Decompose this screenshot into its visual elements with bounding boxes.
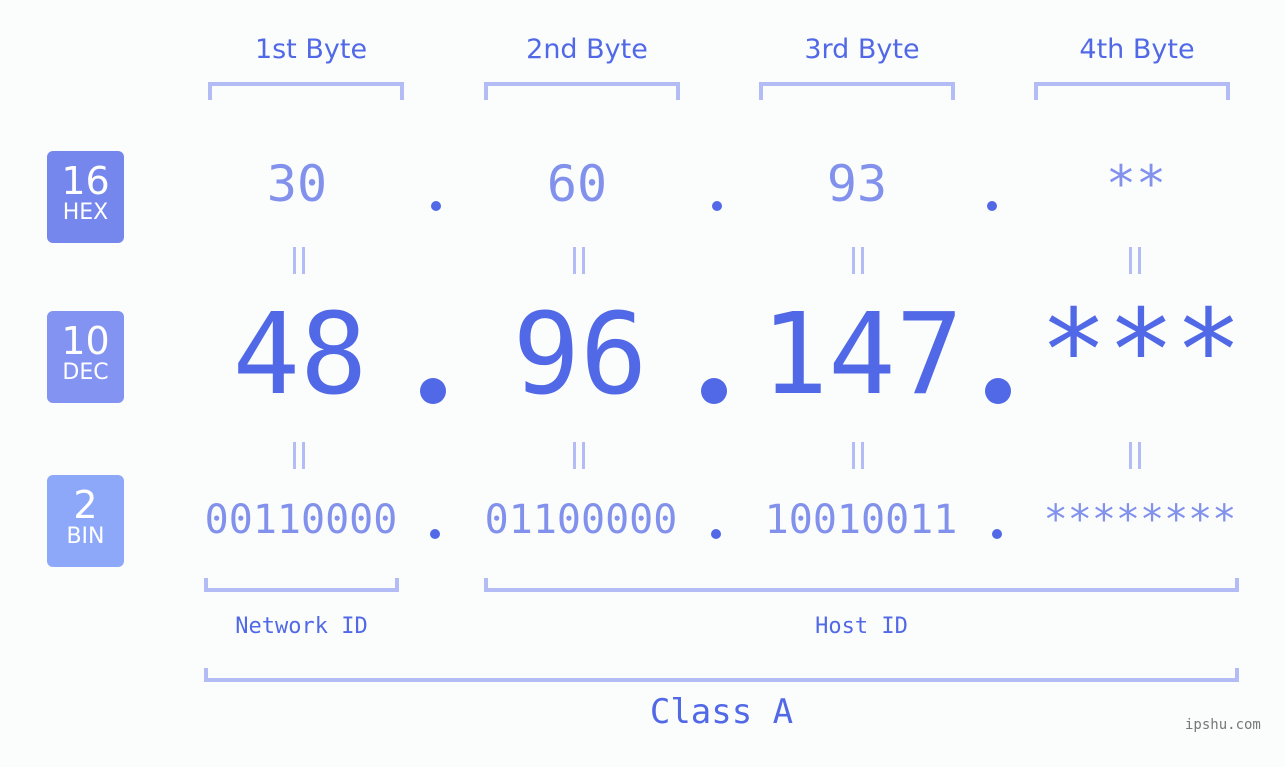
equals-icon	[850, 247, 866, 274]
byte-label-4: 4th Byte	[1079, 34, 1195, 65]
equals-icon	[1127, 247, 1143, 274]
bin-badge: 2 BIN	[47, 475, 124, 567]
bin-base-label: BIN	[66, 524, 105, 549]
dec-dot-separator	[420, 378, 446, 404]
dec-value-1: 48	[232, 290, 368, 420]
dec-value-4: ***	[1039, 286, 1243, 416]
hex-value-4: **	[1105, 155, 1167, 213]
hex-value-1: 30	[266, 155, 328, 213]
dec-badge: 10 DEC	[47, 311, 124, 403]
dec-dot-separator	[985, 378, 1011, 404]
hex-dot-separator	[987, 201, 997, 211]
network-id-label: Network ID	[235, 614, 368, 639]
dec-value-2: 96	[512, 290, 648, 420]
equals-icon	[291, 247, 307, 274]
bin-value-4: ********	[1043, 497, 1237, 543]
dec-dot-separator	[701, 378, 727, 404]
bin-value-3: 10010011	[764, 497, 958, 543]
host-id-label: Host ID	[815, 614, 908, 639]
hex-base-label: HEX	[62, 200, 109, 225]
dec-value-3: 147	[760, 290, 964, 420]
equals-icon	[571, 442, 587, 469]
hex-dot-separator	[712, 201, 722, 211]
equals-icon	[850, 442, 866, 469]
bin-value-2: 01100000	[484, 497, 678, 543]
byte-label-2: 2nd Byte	[526, 34, 648, 65]
byte-bracket-3	[759, 82, 955, 100]
byte-label-1: 1st Byte	[254, 34, 368, 65]
byte-bracket-1	[208, 82, 404, 100]
hex-dot-separator	[431, 201, 441, 211]
equals-icon	[571, 247, 587, 274]
bin-value-1: 00110000	[204, 497, 398, 543]
byte-bracket-2	[484, 82, 680, 100]
equals-icon	[1127, 442, 1143, 469]
class-label: Class A	[649, 692, 794, 732]
byte-label-3: 3rd Byte	[804, 34, 920, 65]
hex-value-3: 93	[826, 155, 888, 213]
byte-bracket-4	[1034, 82, 1230, 100]
bin-dot-separator	[711, 529, 721, 539]
bin-dot-separator	[992, 529, 1002, 539]
dec-base-number: 10	[61, 319, 110, 363]
class-bracket	[204, 668, 1239, 682]
hex-base-number: 16	[61, 159, 110, 203]
host-id-bracket	[484, 578, 1239, 592]
hex-value-2: 60	[546, 155, 608, 213]
dec-base-label: DEC	[62, 360, 109, 385]
watermark: ipshu.com	[1185, 717, 1261, 733]
hex-badge: 16 HEX	[47, 151, 124, 243]
equals-icon	[291, 442, 307, 469]
network-id-bracket	[204, 578, 399, 592]
bin-base-number: 2	[73, 483, 98, 527]
bin-dot-separator	[430, 529, 440, 539]
